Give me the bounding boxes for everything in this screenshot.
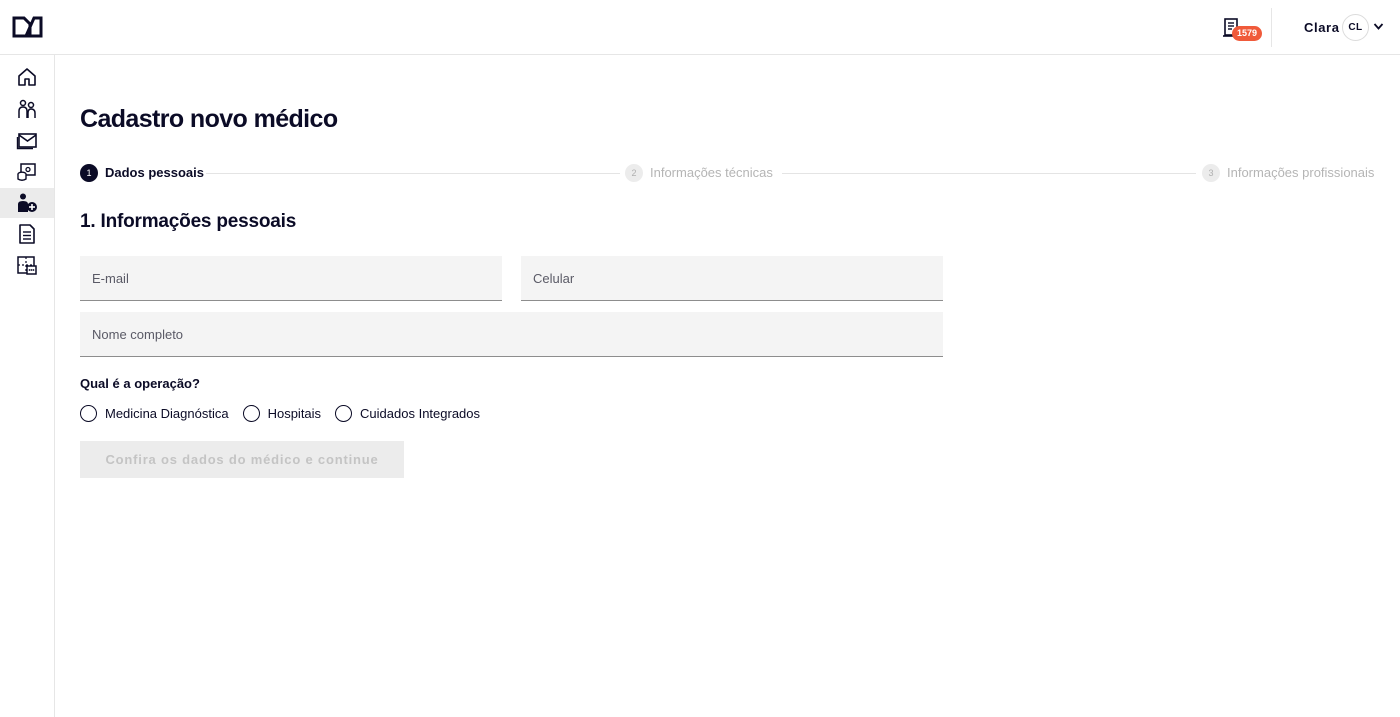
- people-icon: [18, 99, 36, 118]
- radio-button[interactable]: [80, 404, 97, 422]
- step-1-label[interactable]: Dados pessoais: [105, 165, 204, 180]
- page-title: Cadastro novo médico: [80, 105, 338, 133]
- document-icon: [19, 224, 35, 244]
- home-icon: [18, 68, 36, 86]
- step-connector: [782, 173, 1196, 174]
- step-1-number: 1: [80, 164, 98, 182]
- radio-button[interactable]: [242, 404, 260, 422]
- full-name-input[interactable]: [80, 312, 943, 356]
- radio-label: Medicina Diagnóstica: [105, 405, 229, 421]
- radio-label: Cuidados Integrados: [360, 405, 481, 421]
- phone-field: [521, 256, 943, 301]
- sidebar-item-documents[interactable]: [0, 219, 54, 249]
- sidebar-item-add-doctor[interactable]: [0, 188, 54, 218]
- billing-icon: [17, 163, 36, 181]
- continue-button[interactable]: Confira os dados do médico e continue: [80, 441, 404, 478]
- full-name-field: [80, 312, 943, 357]
- sidebar-item-chat[interactable]: [0, 251, 54, 281]
- user-name[interactable]: Clara: [1304, 20, 1340, 35]
- email-input[interactable]: [80, 256, 502, 300]
- operation-question: Qual é a operação?: [80, 376, 200, 391]
- radio-button[interactable]: [335, 404, 353, 422]
- step-3-label[interactable]: Informações profissionais: [1227, 165, 1374, 180]
- top-bar: 1579 Clara CL: [0, 0, 1400, 55]
- email-field: [80, 256, 502, 301]
- notification-count-badge: 1579: [1232, 26, 1263, 41]
- sidebar-item-messages[interactable]: [0, 125, 54, 155]
- step-2-label[interactable]: Informações técnicas: [650, 165, 773, 180]
- grid-chat-icon: [17, 256, 37, 275]
- section-title: 1. Informações pessoais: [80, 211, 297, 232]
- phone-input[interactable]: [521, 256, 943, 300]
- mail-icon: [16, 133, 37, 150]
- step-2-number: 2: [625, 164, 643, 182]
- radio-option-cuidados-integrados[interactable]: Cuidados Integrados: [335, 404, 481, 422]
- chevron-down-icon[interactable]: [1373, 22, 1384, 31]
- step-connector: [206, 173, 620, 174]
- sidebar-item-billing[interactable]: [0, 157, 54, 187]
- step-3-number: 3: [1202, 164, 1220, 182]
- sidebar: [0, 55, 55, 717]
- radio-label: Hospitais: [267, 405, 322, 421]
- radio-option-medicina-diagnostica[interactable]: Medicina Diagnóstica: [80, 404, 229, 422]
- add-user-icon: [18, 193, 37, 212]
- operation-radio-group: Medicina Diagnóstica Hospitais Cuidados …: [80, 403, 494, 423]
- sidebar-item-people[interactable]: [0, 94, 54, 124]
- notifications-button[interactable]: 1579: [1218, 14, 1266, 46]
- da-logo-icon[interactable]: [12, 16, 43, 38]
- sidebar-item-home[interactable]: [0, 62, 54, 92]
- radio-option-hospitais[interactable]: Hospitais: [242, 404, 322, 422]
- avatar[interactable]: CL: [1342, 14, 1369, 41]
- stepper: 1 Dados pessoais 2 Informações técnicas …: [80, 163, 1376, 183]
- header-divider: [1271, 8, 1272, 47]
